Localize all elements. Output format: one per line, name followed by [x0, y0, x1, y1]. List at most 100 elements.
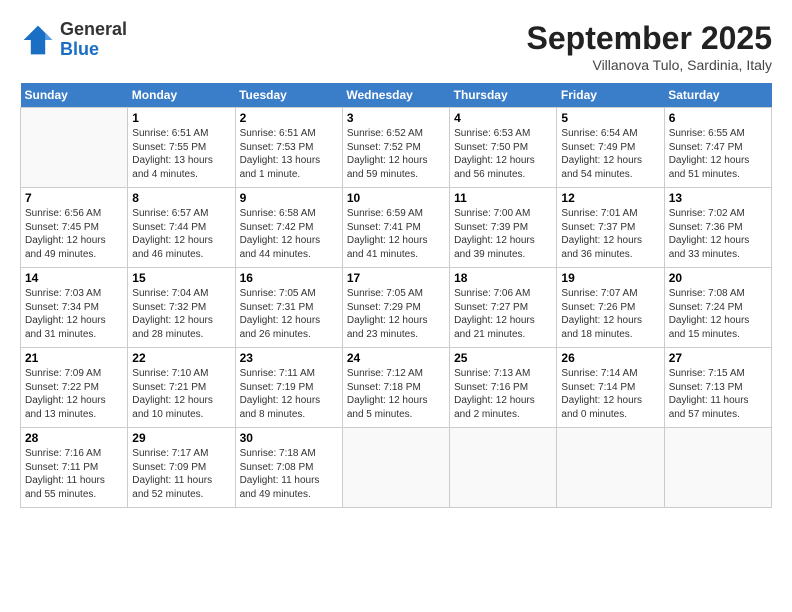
weekday-header-row: SundayMondayTuesdayWednesdayThursdayFrid… [21, 83, 772, 108]
day-number: 24 [347, 351, 445, 365]
day-number: 16 [240, 271, 338, 285]
day-number: 27 [669, 351, 767, 365]
day-info: Sunrise: 7:14 AM Sunset: 7:14 PM Dayligh… [561, 367, 659, 421]
day-info: Sunrise: 7:02 AM Sunset: 7:36 PM Dayligh… [669, 207, 767, 261]
day-number: 21 [25, 351, 123, 365]
day-info: Sunrise: 7:07 AM Sunset: 7:26 PM Dayligh… [561, 287, 659, 341]
week-row-1: 1 Sunrise: 6:51 AM Sunset: 7:55 PM Daylig… [21, 108, 772, 188]
calendar-cell: 17 Sunrise: 7:05 AM Sunset: 7:29 PM Dayli… [342, 268, 449, 348]
calendar-cell: 26 Sunrise: 7:14 AM Sunset: 7:14 PM Dayli… [557, 348, 664, 428]
day-info: Sunrise: 6:51 AM Sunset: 7:53 PM Dayligh… [240, 127, 338, 181]
weekday-header-saturday: Saturday [664, 83, 771, 108]
calendar-cell [450, 428, 557, 508]
day-info: Sunrise: 7:06 AM Sunset: 7:27 PM Dayligh… [454, 287, 552, 341]
title-block: September 2025 Villanova Tulo, Sardinia,… [527, 20, 772, 73]
day-info: Sunrise: 6:56 AM Sunset: 7:45 PM Dayligh… [25, 207, 123, 261]
day-number: 18 [454, 271, 552, 285]
day-info: Sunrise: 7:15 AM Sunset: 7:13 PM Dayligh… [669, 367, 767, 421]
page-header: General Blue September 2025 Villanova Tu… [20, 20, 772, 73]
day-info: Sunrise: 6:59 AM Sunset: 7:41 PM Dayligh… [347, 207, 445, 261]
weekday-header-thursday: Thursday [450, 83, 557, 108]
day-number: 13 [669, 191, 767, 205]
day-info: Sunrise: 7:18 AM Sunset: 7:08 PM Dayligh… [240, 447, 338, 501]
calendar-cell [342, 428, 449, 508]
day-number: 1 [132, 111, 230, 125]
day-info: Sunrise: 7:09 AM Sunset: 7:22 PM Dayligh… [25, 367, 123, 421]
calendar-cell: 25 Sunrise: 7:13 AM Sunset: 7:16 PM Dayli… [450, 348, 557, 428]
day-number: 29 [132, 431, 230, 445]
calendar-cell: 29 Sunrise: 7:17 AM Sunset: 7:09 PM Dayli… [128, 428, 235, 508]
day-number: 17 [347, 271, 445, 285]
day-number: 11 [454, 191, 552, 205]
day-number: 5 [561, 111, 659, 125]
calendar-cell: 4 Sunrise: 6:53 AM Sunset: 7:50 PM Daylig… [450, 108, 557, 188]
day-number: 15 [132, 271, 230, 285]
calendar-cell: 12Sunrise: 7:01 AM Sunset: 7:37 PM Dayli… [557, 188, 664, 268]
calendar-cell: 14 Sunrise: 7:03 AM Sunset: 7:34 PM Dayli… [21, 268, 128, 348]
calendar-cell: 24 Sunrise: 7:12 AM Sunset: 7:18 PM Dayli… [342, 348, 449, 428]
day-info: Sunrise: 6:58 AM Sunset: 7:42 PM Dayligh… [240, 207, 338, 261]
day-info: Sunrise: 6:54 AM Sunset: 7:49 PM Dayligh… [561, 127, 659, 181]
calendar-cell: 15Sunrise: 7:04 AM Sunset: 7:32 PM Dayli… [128, 268, 235, 348]
calendar-table: SundayMondayTuesdayWednesdayThursdayFrid… [20, 83, 772, 508]
calendar-cell: 11Sunrise: 7:00 AM Sunset: 7:39 PM Dayli… [450, 188, 557, 268]
day-info: Sunrise: 7:12 AM Sunset: 7:18 PM Dayligh… [347, 367, 445, 421]
calendar-cell: 6Sunrise: 6:55 AM Sunset: 7:47 PM Daylig… [664, 108, 771, 188]
day-number: 30 [240, 431, 338, 445]
calendar-cell: 19 Sunrise: 7:07 AM Sunset: 7:26 PM Dayli… [557, 268, 664, 348]
month-title: September 2025 [527, 20, 772, 57]
calendar-cell [557, 428, 664, 508]
day-number: 7 [25, 191, 123, 205]
calendar-cell: 20Sunrise: 7:08 AM Sunset: 7:24 PM Dayli… [664, 268, 771, 348]
day-number: 9 [240, 191, 338, 205]
day-info: Sunrise: 7:16 AM Sunset: 7:11 PM Dayligh… [25, 447, 123, 501]
day-number: 8 [132, 191, 230, 205]
day-info: Sunrise: 7:11 AM Sunset: 7:19 PM Dayligh… [240, 367, 338, 421]
calendar-cell: 18 Sunrise: 7:06 AM Sunset: 7:27 PM Dayli… [450, 268, 557, 348]
logo-blue: Blue [60, 40, 127, 60]
location-subtitle: Villanova Tulo, Sardinia, Italy [527, 57, 772, 73]
weekday-header-sunday: Sunday [21, 83, 128, 108]
calendar-cell: 1 Sunrise: 6:51 AM Sunset: 7:55 PM Daylig… [128, 108, 235, 188]
calendar-header: SundayMondayTuesdayWednesdayThursdayFrid… [21, 83, 772, 108]
calendar-cell: 21 Sunrise: 7:09 AM Sunset: 7:22 PM Dayli… [21, 348, 128, 428]
calendar-cell: 27 Sunrise: 7:15 AM Sunset: 7:13 PM Dayli… [664, 348, 771, 428]
day-number: 26 [561, 351, 659, 365]
day-number: 14 [25, 271, 123, 285]
day-info: Sunrise: 6:53 AM Sunset: 7:50 PM Dayligh… [454, 127, 552, 181]
day-number: 23 [240, 351, 338, 365]
day-number: 19 [561, 271, 659, 285]
calendar-cell: 10 Sunrise: 6:59 AM Sunset: 7:41 PM Dayli… [342, 188, 449, 268]
day-info: Sunrise: 7:13 AM Sunset: 7:16 PM Dayligh… [454, 367, 552, 421]
day-number: 22 [132, 351, 230, 365]
week-row-5: 28 Sunrise: 7:16 AM Sunset: 7:11 PM Dayli… [21, 428, 772, 508]
logo: General Blue [20, 20, 127, 60]
day-info: Sunrise: 6:51 AM Sunset: 7:55 PM Dayligh… [132, 127, 230, 181]
day-info: Sunrise: 6:55 AM Sunset: 7:47 PM Dayligh… [669, 127, 767, 181]
calendar-cell: 23 Sunrise: 7:11 AM Sunset: 7:19 PM Dayli… [235, 348, 342, 428]
calendar-body: 1 Sunrise: 6:51 AM Sunset: 7:55 PM Daylig… [21, 108, 772, 508]
calendar-cell: 3Sunrise: 6:52 AM Sunset: 7:52 PM Daylig… [342, 108, 449, 188]
logo-general: General [60, 20, 127, 40]
day-info: Sunrise: 7:03 AM Sunset: 7:34 PM Dayligh… [25, 287, 123, 341]
day-number: 28 [25, 431, 123, 445]
week-row-2: 7 Sunrise: 6:56 AM Sunset: 7:45 PM Daylig… [21, 188, 772, 268]
logo-icon [20, 22, 56, 58]
day-info: Sunrise: 7:17 AM Sunset: 7:09 PM Dayligh… [132, 447, 230, 501]
day-number: 10 [347, 191, 445, 205]
weekday-header-tuesday: Tuesday [235, 83, 342, 108]
day-info: Sunrise: 7:05 AM Sunset: 7:31 PM Dayligh… [240, 287, 338, 341]
calendar-cell: 2Sunrise: 6:51 AM Sunset: 7:53 PM Daylig… [235, 108, 342, 188]
calendar-cell: 7 Sunrise: 6:56 AM Sunset: 7:45 PM Daylig… [21, 188, 128, 268]
day-number: 20 [669, 271, 767, 285]
day-number: 25 [454, 351, 552, 365]
day-info: Sunrise: 7:05 AM Sunset: 7:29 PM Dayligh… [347, 287, 445, 341]
day-info: Sunrise: 6:57 AM Sunset: 7:44 PM Dayligh… [132, 207, 230, 261]
calendar-cell: 30 Sunrise: 7:18 AM Sunset: 7:08 PM Dayli… [235, 428, 342, 508]
calendar-cell: 16 Sunrise: 7:05 AM Sunset: 7:31 PM Dayli… [235, 268, 342, 348]
calendar-cell: 28 Sunrise: 7:16 AM Sunset: 7:11 PM Dayli… [21, 428, 128, 508]
calendar-cell: 8 Sunrise: 6:57 AM Sunset: 7:44 PM Daylig… [128, 188, 235, 268]
logo-text: General Blue [60, 20, 127, 60]
day-number: 12 [561, 191, 659, 205]
day-number: 4 [454, 111, 552, 125]
